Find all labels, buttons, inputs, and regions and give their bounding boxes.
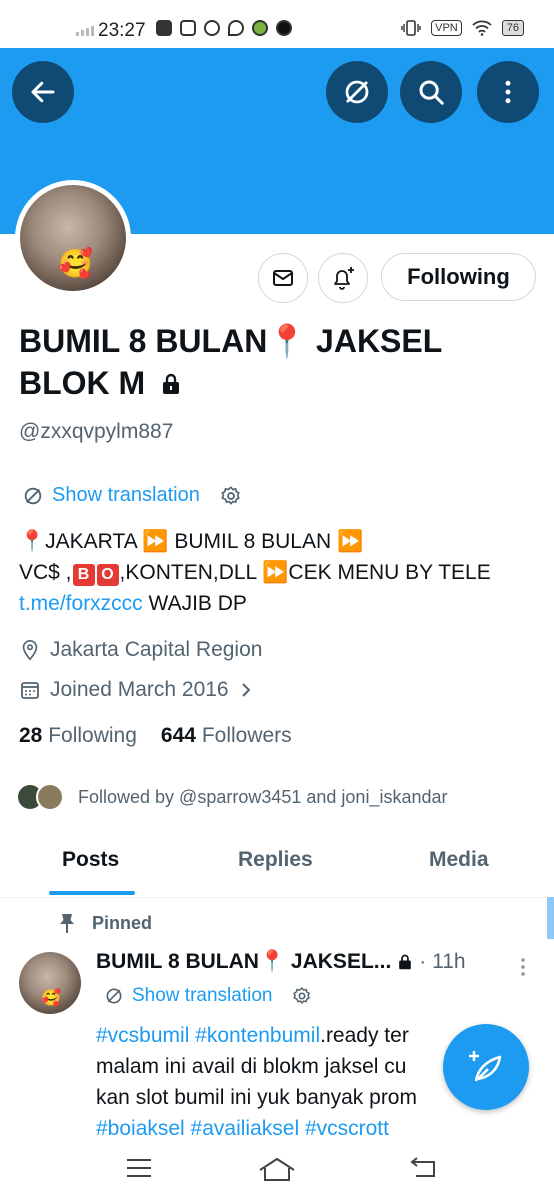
followed-by-avatars	[16, 778, 64, 816]
message-button[interactable]	[258, 253, 308, 303]
following-label: Following	[48, 724, 137, 747]
grok-button[interactable]	[326, 61, 388, 123]
bio-line-2-rest: ,KONTEN,DLL ⏩CEK MENU BY TELE	[119, 561, 491, 584]
followers-label: Followers	[201, 724, 292, 747]
search-button[interactable]	[400, 61, 462, 123]
post-show-translation-label: Show translation	[132, 985, 273, 1006]
profile-joined[interactable]: Joined March 2016	[20, 678, 253, 702]
bio-line-1: 📍JAKARTA ⏩ BUMIL 8 BULAN ⏩	[19, 530, 364, 553]
lock-icon	[163, 373, 180, 394]
vibrate-icon	[401, 20, 421, 36]
notifications-button[interactable]	[318, 253, 368, 303]
grok-icon	[345, 80, 369, 104]
show-translation-link[interactable]: Show translation	[22, 484, 242, 507]
location-pin-icon	[22, 640, 38, 661]
bell-plus-icon	[334, 267, 354, 290]
location-notification-icon	[228, 20, 244, 36]
followed-by-row[interactable]: Followed by @sparrow3451 and joni_iskand…	[16, 778, 447, 816]
post-hashtags-1[interactable]: #vcsbumil #kontenbumil	[96, 1024, 320, 1047]
back-nav-icon[interactable]	[408, 1156, 438, 1180]
pinned-label-row: Pinned	[58, 912, 152, 934]
profile-avatar[interactable]: 🥰	[15, 180, 131, 296]
pinned-label: Pinned	[92, 912, 153, 933]
location-text: Jakarta Capital Region	[50, 638, 263, 661]
translate-icon	[106, 988, 122, 1004]
post-author[interactable]: BUMIL 8 BULAN📍 JAKSEL...	[96, 950, 391, 974]
bio-telegram-link[interactable]: t.me/forxzccc	[19, 592, 143, 615]
post-time: · 11h	[419, 950, 466, 973]
compose-post-button[interactable]	[443, 1024, 529, 1110]
show-translation-label: Show translation	[52, 484, 200, 506]
mail-icon	[273, 270, 293, 286]
active-tab-indicator	[49, 891, 135, 895]
scroll-indicator[interactable]	[547, 897, 554, 939]
battery-indicator: 76	[501, 20, 524, 36]
status-time: 23:27	[98, 20, 146, 41]
followers-count-link[interactable]: 644 Followers	[161, 724, 292, 748]
bio-line-2: VC$ , B O ,KONTEN,DLL ⏩CEK MENU BY TELE	[19, 557, 549, 588]
avatar-emoji: 🥰	[58, 248, 93, 279]
profile-location: Jakarta Capital Region	[20, 638, 262, 662]
post-avatar-emoji: 🥰	[41, 990, 61, 1007]
more-options-button[interactable]	[477, 61, 539, 123]
post-more-icon[interactable]	[516, 956, 530, 978]
post-show-translation[interactable]: Show translation	[104, 985, 312, 1007]
signal-icon	[76, 26, 94, 36]
profile-name-text: BUMIL 8 BULAN📍 JAKSEL BLOK M	[19, 323, 442, 401]
profile-handle: @zxxqvpylm887	[19, 420, 174, 443]
chevron-right-icon	[241, 683, 251, 697]
bio-o-badge: O	[96, 564, 119, 586]
notification-icons	[156, 20, 292, 36]
avatar-photo: 🥰	[20, 185, 126, 291]
profile-bio: 📍JAKARTA ⏩ BUMIL 8 BULAN ⏩ VC$ , B O ,KONTE…	[19, 526, 549, 619]
camera-notification-icon	[180, 20, 196, 36]
status-bar: 23:27 VPN 76	[0, 0, 554, 48]
bio-tail: WAJIB DP	[142, 592, 247, 615]
gear-icon[interactable]	[220, 485, 242, 507]
tiktok-notification-icon	[276, 20, 292, 36]
bio-vc: VC$ ,	[19, 561, 72, 584]
calendar-icon	[21, 682, 39, 699]
system-nav-bar	[0, 1140, 554, 1200]
more-vertical-icon	[505, 80, 511, 104]
post-line-1-text: .ready ter	[320, 1024, 409, 1047]
pin-icon	[60, 914, 74, 933]
game-notification-icon	[252, 20, 268, 36]
menu-icon[interactable]	[125, 1156, 153, 1180]
bio-b-badge: B	[72, 564, 95, 586]
search-icon	[419, 80, 444, 105]
tab-replies[interactable]: Replies	[238, 848, 313, 872]
gear-icon[interactable]	[292, 986, 312, 1006]
home-icon[interactable]	[258, 1156, 296, 1182]
translate-icon	[24, 487, 42, 504]
followers-count: 644	[160, 724, 196, 747]
d-app-notification-icon	[204, 20, 220, 36]
following-button[interactable]: Following	[381, 253, 536, 301]
follower-avatar-2	[36, 783, 64, 811]
status-right: VPN 76	[401, 20, 524, 36]
wifi-icon	[472, 20, 492, 36]
following-count: 28	[19, 724, 43, 747]
tab-media[interactable]: Media	[429, 848, 489, 872]
following-count-link[interactable]: 28 Following	[19, 724, 137, 748]
lock-icon	[399, 954, 412, 970]
post-avatar[interactable]: 🥰	[19, 952, 81, 1014]
arrow-left-icon	[31, 81, 55, 103]
tab-posts[interactable]: Posts	[62, 848, 119, 872]
bio-line-3: t.me/forxzccc WAJIB DP	[19, 588, 549, 619]
profile-name: BUMIL 8 BULAN📍 JAKSEL BLOK M	[19, 320, 539, 404]
back-button[interactable]	[12, 61, 74, 123]
post-header: BUMIL 8 BULAN📍 JAKSEL... · 11h	[96, 950, 466, 974]
profile-tabs: Posts Replies Media	[0, 836, 554, 898]
joined-text: Joined March 2016	[50, 678, 229, 701]
app-notification-icon	[156, 20, 172, 36]
followed-by-text: Followed by @sparrow3451 and joni_iskand…	[78, 786, 448, 807]
vpn-badge: VPN	[431, 20, 462, 36]
compose-feather-icon	[469, 1051, 502, 1082]
follow-counts: 28 Following 644 Followers	[19, 724, 292, 748]
